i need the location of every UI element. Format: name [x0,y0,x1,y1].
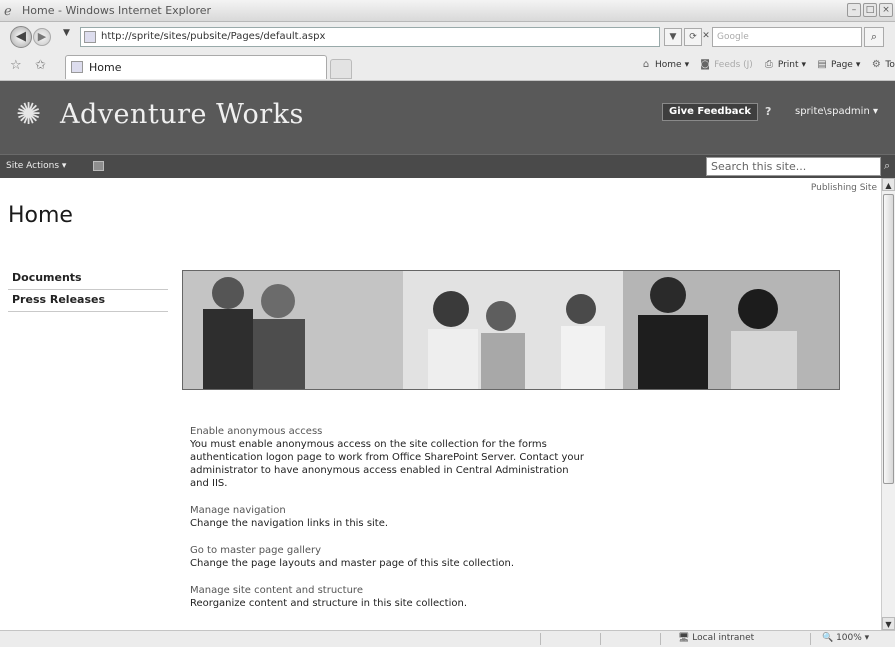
status-divider [540,633,541,645]
page-menu-icon: ▤ [817,59,827,70]
enable-anonymous-access-link[interactable]: Enable anonymous access [190,425,590,438]
welcome-links: Enable anonymous access You must enable … [190,425,590,624]
zone-label: Local intranet [692,633,755,643]
back-button[interactable]: ◀ [10,26,32,48]
scroll-down-arrow-icon[interactable]: ▼ [882,617,895,630]
maximize-button[interactable]: □ [863,3,877,17]
url-text: http://sprite/sites/pubsite/Pages/defaul… [101,31,326,42]
quick-launch: Documents Press Releases [8,268,168,312]
link-description: Reorganize content and structure in this… [190,598,468,609]
tab-home[interactable]: Home [65,55,327,79]
site-actions-label: Site Actions [6,161,60,171]
link-block: Manage navigation Change the navigation … [190,504,590,530]
command-bar: ⌂ Home ▾ ◙ Feeds (J) ⎙ Print ▾ ▤ Page ▾ … [640,59,895,71]
forward-button[interactable]: ▶ [33,28,51,46]
window-controls: – □ × [847,3,893,17]
url-dropdown-icon[interactable]: ▼ [664,28,682,46]
scrollbar-thumb[interactable] [883,194,894,484]
favorites-star-icon[interactable]: ☆ [10,58,22,73]
status-divider [660,633,661,645]
quicklaunch-item-press-releases[interactable]: Press Releases [8,290,168,312]
search-icon[interactable]: ⌕ [884,159,890,173]
gear-icon: ⚙ [871,59,881,70]
add-favorites-icon[interactable]: ✩ [35,58,46,73]
scroll-up-arrow-icon[interactable]: ▲ [882,178,895,191]
adventure-works-logo-icon: ✺ [16,97,42,132]
minimize-button[interactable]: – [847,3,861,17]
zoom-control[interactable]: 🔍 100% ▾ [822,633,869,643]
history-dropdown-icon[interactable]: ▼ [63,28,70,38]
manage-site-content-link[interactable]: Manage site content and structure [190,584,590,597]
link-description: Change the navigation links in this site… [190,518,389,529]
status-bar: 🖥 Local intranet 🔍 100% ▾ [0,630,895,647]
site-title[interactable]: Adventure Works [60,99,304,130]
window-title: Home - Windows Internet Explorer [22,4,212,17]
link-block: Enable anonymous access You must enable … [190,425,590,490]
site-search-input[interactable]: Search this site... [706,157,881,176]
manage-navigation-link[interactable]: Manage navigation [190,504,590,517]
edit-page-icon[interactable] [93,161,104,171]
browser-search-icon[interactable]: ⌕ [864,27,884,47]
browser-search-input[interactable]: Google [712,27,862,47]
security-zone[interactable]: 🖥 Local intranet [678,633,754,643]
site-actions-menu[interactable]: Site Actions ▾ [6,161,66,171]
quicklaunch-item-documents[interactable]: Documents [8,268,168,290]
link-description: Change the page layouts and master page … [190,558,515,569]
tab-bar: ☆ ✩ Home ⌂ Home ▾ ◙ Feeds (J) ⎙ Print ▾ … [0,51,895,81]
user-menu[interactable]: sprite\spadmin ▾ [795,106,878,117]
page-content: Publishing Site Home Documents Press Rel… [0,178,881,630]
user-name: sprite\spadmin [795,106,870,117]
page-title: Home [8,203,73,228]
url-input[interactable]: http://sprite/sites/pubsite/Pages/defaul… [80,27,660,47]
printer-icon: ⎙ [764,59,773,70]
publishing-site-label: Publishing Site [810,183,877,193]
browser-search-placeholder: Google [717,32,749,42]
ie-logo-icon: ℯ [4,4,12,19]
home-icon: ⌂ [642,59,650,70]
link-description: You must enable anonymous access on the … [190,439,584,489]
tools-command[interactable]: ⚙ Tools ▾ [870,59,895,71]
master-page-gallery-link[interactable]: Go to master page gallery [190,544,590,557]
page-icon [84,31,96,43]
help-icon[interactable]: ? [765,105,771,118]
link-block: Manage site content and structure Reorga… [190,584,590,610]
banner-image [182,270,840,390]
site-search-placeholder: Search this site... [711,160,807,173]
site-header: ✺ Adventure Works Give Feedback ? sprite… [0,81,895,154]
address-bar: ◀ ▶ ▼ http://sprite/sites/pubsite/Pages/… [0,22,895,51]
print-command[interactable]: ⎙ Print ▾ [763,59,806,71]
home-command[interactable]: ⌂ Home ▾ [640,59,689,71]
window-titlebar: ℯ Home - Windows Internet Explorer – □ × [0,0,895,22]
give-feedback-button[interactable]: Give Feedback [662,103,759,121]
site-top-nav: Site Actions ▾ Search this site... ⌕ [0,154,895,178]
vertical-scrollbar[interactable]: ▲ ▼ [881,178,895,630]
zoom-label: 100% [836,633,862,643]
status-divider [600,633,601,645]
rss-icon: ◙ [700,59,710,70]
link-block: Go to master page gallery Change the pag… [190,544,590,570]
tab-page-icon [71,61,83,73]
tab-label: Home [89,61,122,74]
new-tab-button[interactable] [330,59,352,79]
refresh-icon[interactable]: ⟳ [684,28,702,46]
feeds-command[interactable]: ◙ Feeds (J) [699,59,753,71]
page-command[interactable]: ▤ Page ▾ [816,59,860,71]
banner-photo [183,271,839,389]
close-button[interactable]: × [879,3,893,17]
stop-icon[interactable]: ✕ [702,28,710,46]
status-divider [810,633,811,645]
